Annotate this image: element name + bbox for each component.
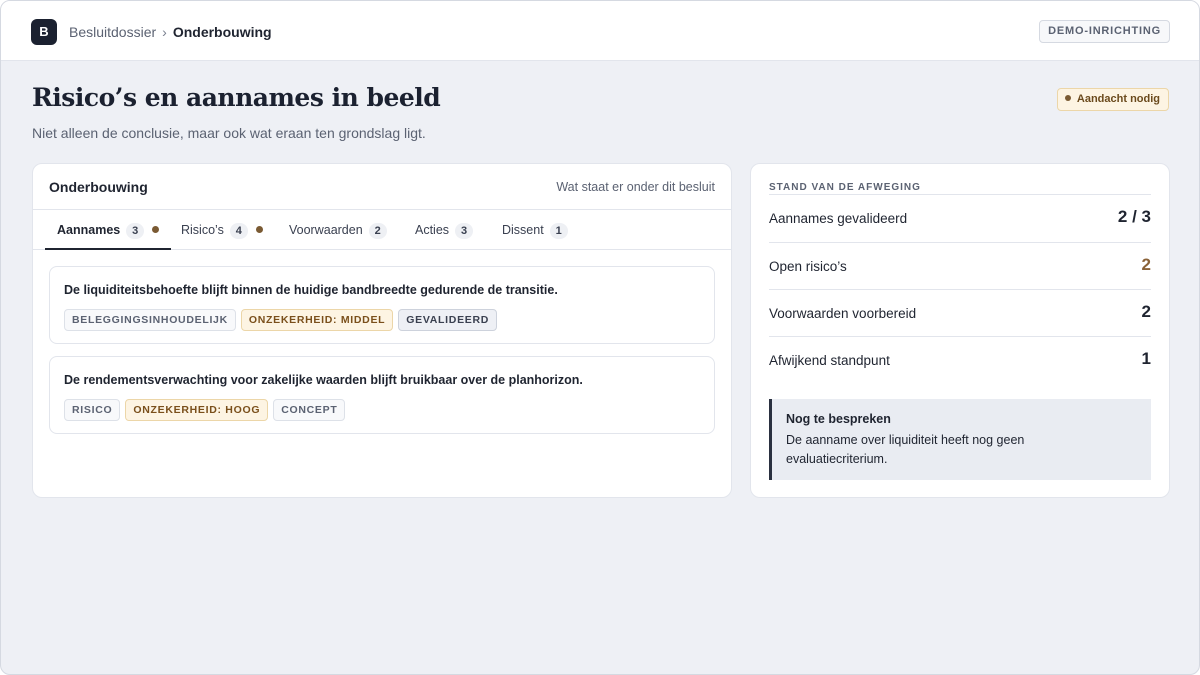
stat-value: 1	[1141, 349, 1151, 368]
item-text: De rendementsverwachting voor zakelijke …	[64, 373, 583, 387]
stat-row-open-risks: Open risico’s 2	[769, 242, 1151, 290]
note-title: Nog te bespreken	[786, 412, 891, 426]
tab-label: Aannames	[57, 223, 121, 237]
tab-label: Risico’s	[181, 223, 224, 237]
status-badge: Aandacht nodig	[1056, 88, 1169, 111]
stat-value: 2	[1141, 302, 1151, 321]
list-item[interactable]: De liquiditeitsbehoefte blijft binnen de…	[49, 266, 715, 344]
breadcrumb-current: Onderbouwing	[172, 24, 272, 40]
attention-dot-icon	[255, 226, 263, 233]
stat-row-conditions: Voorwaarden voorbereid 2	[769, 289, 1151, 337]
note-text: De aanname over liquiditeit heeft nog ge…	[786, 433, 1025, 466]
status-tag: CONCEPT	[273, 399, 346, 421]
panel-title: Onderbouwing	[49, 179, 148, 195]
app-logo[interactable]: B	[31, 19, 57, 45]
tab-label: Voorwaarden	[289, 223, 363, 237]
stat-row-assumptions: Aannames gevalideerd 2 / 3	[769, 194, 1151, 242]
page-title: Risico’s en aannames in beeld	[32, 83, 441, 112]
breadcrumb-parent-link[interactable]: Besluitdossier	[69, 24, 156, 40]
tab-voorwaarden[interactable]: Voorwaarden 2	[277, 210, 399, 250]
status-dot-icon	[1064, 95, 1071, 101]
tab-label: Acties	[415, 223, 450, 237]
tab-label: Dissent	[502, 223, 544, 237]
onderbouwing-panel: Onderbouwing Wat staat er onder dit besl…	[32, 163, 732, 498]
list-item[interactable]: De rendementsverwachting voor zakelijke …	[49, 356, 715, 434]
status-tag: GEVALIDEERD	[398, 309, 498, 331]
chevron-right-icon: ›	[162, 24, 167, 40]
panel-header: Onderbouwing Wat staat er onder dit besl…	[33, 164, 731, 210]
stat-label: Open risico’s	[769, 259, 847, 274]
stat-label: Afwijkend standpunt	[769, 353, 890, 368]
breadcrumb: Besluitdossier › Onderbouwing	[69, 23, 272, 41]
tab-risicos[interactable]: Risico’s 4	[169, 210, 275, 250]
tab-count-badge: 3	[126, 223, 145, 239]
top-bar: B Besluitdossier › Onderbouwing DEMO-INRIC…	[1, 1, 1199, 61]
tab-count-badge: 3	[455, 223, 474, 239]
tab-count-badge: 2	[368, 223, 387, 239]
tab-dissent[interactable]: Dissent 1	[490, 210, 580, 250]
item-text: De liquiditeitsbehoefte blijft binnen de…	[64, 283, 558, 297]
tab-acties[interactable]: Acties 3	[403, 210, 485, 250]
attention-dot-icon	[152, 226, 160, 233]
status-badge-label: Aandacht nodig	[1076, 93, 1160, 105]
stat-label: Aannames gevalideerd	[769, 211, 908, 226]
tag-list: RISICO ONZEKERHEID: HOOG CONCEPT	[64, 399, 350, 421]
page-subtitle: Niet alleen de conclusie, maar ook wat e…	[32, 125, 426, 141]
stat-label: Voorwaarden voorbereid	[769, 306, 917, 321]
tab-count-badge: 1	[549, 223, 568, 239]
panel-hint: Wat staat er onder dit besluit	[556, 180, 715, 194]
tab-aannames[interactable]: Aannames 3	[45, 210, 172, 250]
category-tag: BELEGGINGSINHOUDELIJK	[64, 309, 236, 331]
tag-list: BELEGGINGSINHOUDELIJK ONZEKERHEID: MIDDEL…	[64, 309, 502, 331]
uncertainty-tag: ONZEKERHEID: HOOG	[125, 399, 269, 421]
summary-heading: STAND VAN DE AFWEGING	[769, 182, 921, 193]
stat-value: 2	[1141, 255, 1151, 274]
tab-count-badge: 4	[229, 223, 248, 239]
app-window: B Besluitdossier › Onderbouwing DEMO-INRIC…	[0, 0, 1200, 675]
stat-value: 2 / 3	[1117, 207, 1151, 226]
discussion-note: Nog te bespreken De aanname over liquidi…	[769, 399, 1151, 480]
summary-panel: STAND VAN DE AFWEGING Aannames gevalidee…	[750, 163, 1170, 498]
environment-badge: DEMO-INRICHTING	[1039, 20, 1170, 43]
uncertainty-tag: ONZEKERHEID: MIDDEL	[240, 309, 394, 331]
stat-row-dissent: Afwijkend standpunt 1	[769, 336, 1151, 384]
category-tag: RISICO	[64, 399, 121, 421]
tab-bar: Aannames 3 Risico’s 4 Voorwaarden 2 Acties 3…	[33, 210, 731, 250]
